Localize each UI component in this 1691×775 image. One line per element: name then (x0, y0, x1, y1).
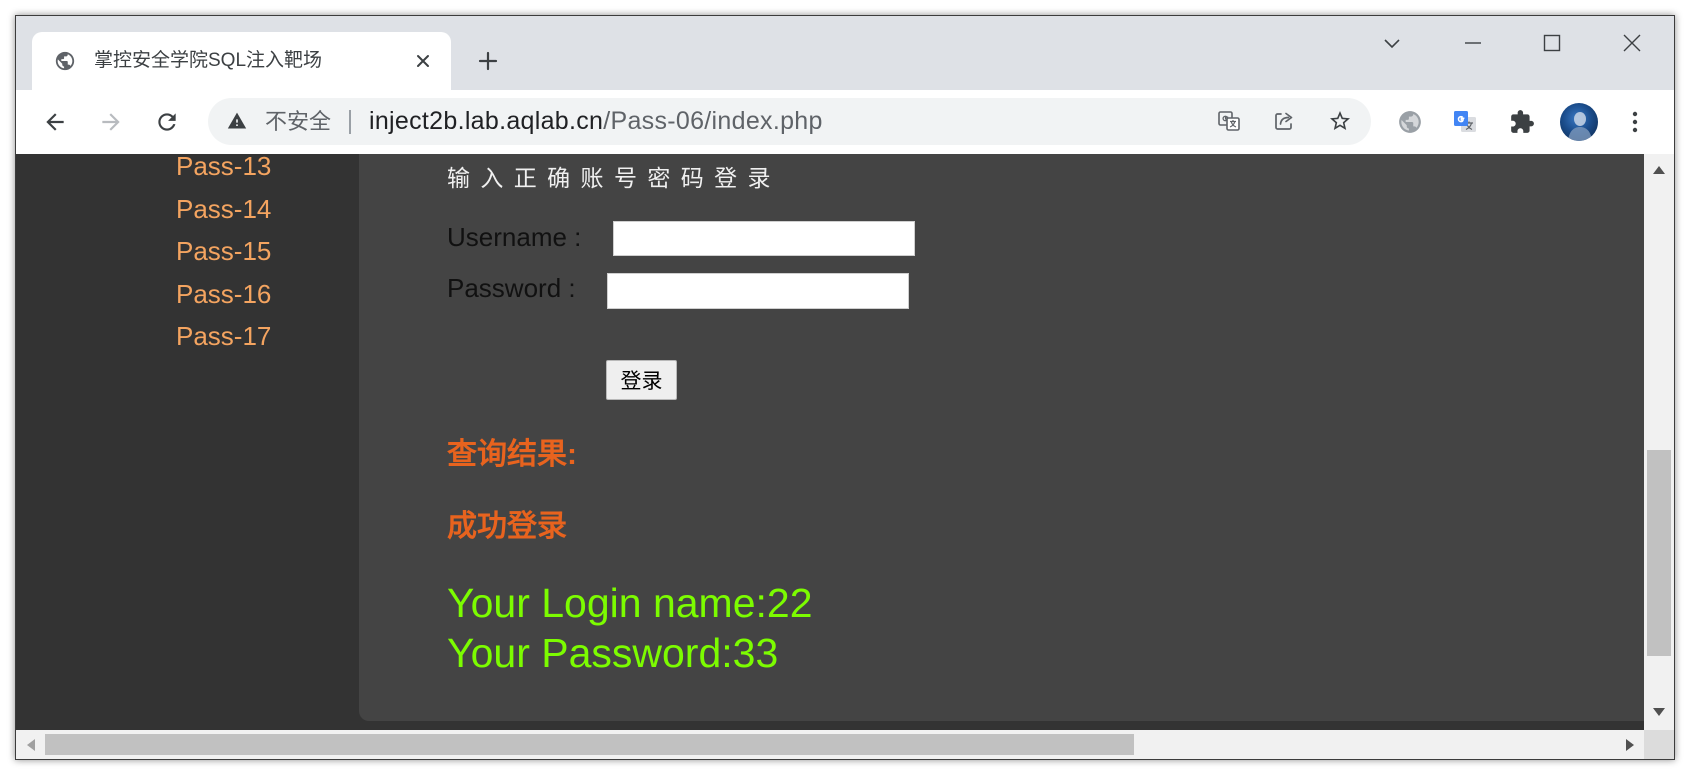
plus-icon[interactable] (477, 50, 499, 72)
url-host: inject2b.lab.aqlab.cn (369, 107, 604, 135)
horizontal-scrollbar[interactable] (16, 730, 1644, 759)
omnibox-divider (349, 110, 351, 134)
sidebar-link-pass-13[interactable]: Pass-13 (176, 154, 271, 188)
tab-strip: 掌控安全学院SQL注入靶场 (16, 16, 1674, 90)
password-line: Your Password:33 (447, 629, 778, 677)
more-menu-icon[interactable] (1625, 109, 1645, 135)
login-name-line: Your Login name:22 (447, 579, 813, 627)
sidebar-link-pass-14[interactable]: Pass-14 (176, 188, 271, 231)
url-path: /Pass-06/index.php (603, 107, 823, 135)
tab-search-chevron-icon[interactable] (1382, 33, 1402, 53)
url-text[interactable]: inject2b.lab.aqlab.cn/Pass-06/index.php (369, 98, 823, 145)
browser-toolbar: 不安全 inject2b.lab.aqlab.cn/Pass-06/index.… (16, 90, 1674, 154)
scroll-left-arrow-icon[interactable] (24, 737, 38, 753)
query-result-heading: 查询结果: (447, 438, 577, 471)
login-form-heading: 输 入 正 确 账 号 密 码 登 录 (447, 165, 773, 191)
password-result-value: 33 (732, 630, 779, 676)
scrollbar-corner (1644, 730, 1674, 759)
back-arrow-icon[interactable] (42, 109, 68, 135)
password-result-label: Your Password: (447, 630, 733, 676)
warning-icon[interactable] (227, 111, 247, 131)
horizontal-scroll-thumb[interactable] (45, 734, 1134, 755)
sidebar-link-list: Pass-13 Pass-14 Pass-15 Pass-16 Pass-17 (176, 154, 271, 358)
active-tab[interactable]: 掌控安全学院SQL注入靶场 (32, 32, 451, 90)
puzzle-icon[interactable] (1509, 109, 1535, 135)
login-name-value: 22 (766, 580, 813, 626)
tab-title: 掌控安全学院SQL注入靶场 (94, 50, 323, 71)
security-label[interactable]: 不安全 (265, 98, 331, 145)
translate-icon[interactable] (1217, 109, 1241, 133)
close-window-icon[interactable] (1622, 33, 1642, 53)
forward-arrow-icon[interactable] (98, 109, 124, 135)
password-input[interactable] (607, 273, 909, 309)
username-input[interactable] (613, 221, 915, 256)
login-status: 成功登录 (447, 510, 567, 543)
sidebar-link-pass-16[interactable]: Pass-16 (176, 273, 271, 316)
sidebar-link-pass-15[interactable]: Pass-15 (176, 230, 271, 273)
address-bar[interactable]: 不安全 inject2b.lab.aqlab.cn/Pass-06/index.… (208, 98, 1371, 145)
login-name-label: Your Login name: (447, 580, 767, 626)
sidebar-link-pass-17[interactable]: Pass-17 (176, 315, 271, 358)
scroll-down-arrow-icon[interactable] (1651, 705, 1667, 719)
google-translate-extension-icon[interactable] (1452, 109, 1478, 135)
globe-icon (54, 50, 76, 72)
minimize-icon[interactable] (1463, 33, 1483, 53)
vertical-scroll-thumb[interactable] (1647, 450, 1671, 656)
vertical-scrollbar[interactable] (1644, 154, 1674, 730)
scroll-up-arrow-icon[interactable] (1651, 163, 1667, 177)
page-viewport: Pass-13 Pass-14 Pass-15 Pass-16 Pass-17 … (16, 154, 1674, 730)
browser-window: 掌控安全学院SQL注入靶场 不安全 inject2b.lab.aqlab.cn/… (15, 15, 1675, 760)
password-label: Password : (447, 273, 576, 303)
scroll-right-arrow-icon[interactable] (1623, 737, 1637, 753)
share-icon[interactable] (1272, 109, 1296, 133)
star-icon[interactable] (1328, 109, 1352, 133)
profile-avatar[interactable] (1560, 103, 1598, 141)
maximize-icon[interactable] (1542, 33, 1562, 53)
close-tab-icon[interactable] (414, 52, 432, 70)
main-panel: 输 入 正 确 账 号 密 码 登 录 Username : Password … (359, 154, 1644, 721)
username-label: Username : (447, 222, 582, 252)
sidebar: Pass-13 Pass-14 Pass-15 Pass-16 Pass-17 (16, 154, 359, 730)
reload-icon[interactable] (154, 109, 180, 135)
login-button[interactable]: 登录 (606, 360, 677, 400)
globe-extension-icon[interactable] (1397, 109, 1423, 135)
